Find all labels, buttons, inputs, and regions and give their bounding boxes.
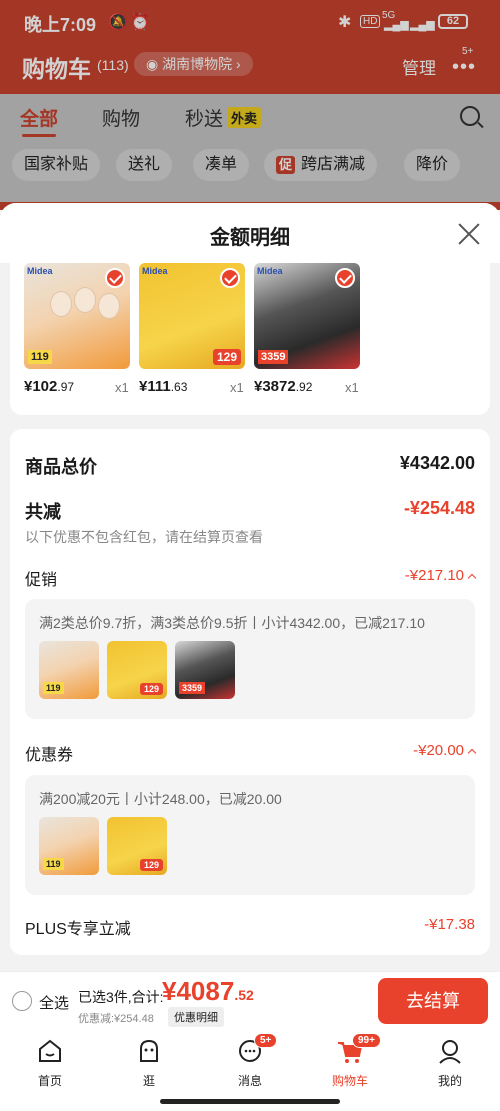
selected-summary: 已选3件,合计:	[78, 989, 164, 1005]
checkout-button[interactable]: 去结算	[378, 978, 488, 1024]
checkout-bar: 全选 已选3件,合计: ¥4087.52 优惠减:¥254.48 优惠明细 去结…	[0, 971, 500, 1031]
overlay-dim[interactable]	[0, 0, 500, 210]
plus-value: -¥17.38	[424, 916, 475, 933]
messages-badge: 5+	[254, 1033, 278, 1048]
discount-note: 以下优惠不包含红包，请在结算页查看	[25, 529, 263, 545]
select-all-radio[interactable]	[12, 991, 32, 1011]
discount-summary: 优惠减:¥254.48	[78, 1013, 154, 1025]
profile-icon	[439, 1040, 461, 1064]
nav-browse[interactable]: 逛	[119, 1037, 179, 1089]
product-thumb: 129	[107, 817, 167, 875]
home-indicator	[160, 1099, 340, 1104]
product-thumb[interactable]: Midea 129	[139, 263, 245, 369]
checked-icon	[335, 268, 355, 288]
product-thumb: 129	[107, 641, 167, 699]
product-strip: Midea 119 Midea 129 Midea 3359 ¥102.97 x…	[10, 251, 490, 415]
chevron-up-icon	[467, 573, 477, 583]
product-qty: x1	[230, 380, 244, 395]
product-price: ¥102.97	[24, 378, 75, 395]
plus-label: PLUS专享立减	[25, 921, 131, 938]
home-icon	[39, 1039, 61, 1062]
checked-icon	[220, 268, 240, 288]
face-icon	[140, 1039, 158, 1062]
coupon-detail: 满200减20元丨小计248.00，已减20.00	[39, 791, 282, 807]
promo-detail: 满2类总价9.7折，满3类总价9.5折丨小计4342.00，已减217.10	[39, 615, 425, 631]
coupon-detail-box: 满200减20元丨小计248.00，已减20.00 119 129	[25, 775, 475, 895]
checkout-total: ¥4087.52	[162, 976, 254, 1006]
product-qty: x1	[115, 380, 129, 395]
reduce-label: 共减	[25, 502, 61, 522]
coupon-toggle[interactable]: -¥20.00	[413, 742, 477, 759]
total-label: 商品总价	[25, 457, 97, 477]
total-value: ¥4342.00	[399, 453, 475, 473]
reduce-value: -¥254.48	[403, 498, 475, 518]
product-thumb[interactable]: Midea 119	[24, 263, 130, 369]
product-thumb: 119	[39, 817, 99, 875]
product-price: ¥3872.92	[254, 378, 313, 395]
select-all-label[interactable]: 全选	[39, 992, 69, 1013]
discount-detail-button[interactable]: 优惠明细	[168, 1007, 224, 1027]
nav-messages[interactable]: 消息 5+	[220, 1033, 280, 1089]
coupon-label: 优惠券	[25, 747, 74, 764]
nav-cart[interactable]: 购物车 99+	[320, 1033, 381, 1089]
nav-home[interactable]: 首页	[20, 1037, 80, 1089]
checked-icon	[105, 268, 125, 288]
promo-toggle[interactable]: -¥217.10	[405, 567, 477, 584]
product-thumb: 3359	[175, 641, 235, 699]
promo-label: 促销	[25, 572, 58, 589]
nav-profile[interactable]: 我的	[420, 1037, 480, 1089]
product-thumb[interactable]: Midea 3359	[254, 263, 360, 369]
sheet-title: 金额明细	[210, 227, 290, 249]
product-thumb: 119	[39, 641, 99, 699]
promo-detail-box: 满2类总价9.7折，满3类总价9.5折丨小计4342.00，已减217.10 1…	[25, 599, 475, 719]
close-icon[interactable]	[458, 223, 480, 245]
product-qty: x1	[345, 380, 359, 395]
chevron-up-icon	[467, 748, 477, 758]
product-price: ¥111.63	[139, 378, 188, 395]
cart-badge: 99+	[352, 1033, 381, 1048]
amount-card: 商品总价 ¥4342.00 共减 -¥254.48 以下优惠不包含红包，请在结算…	[10, 429, 490, 955]
